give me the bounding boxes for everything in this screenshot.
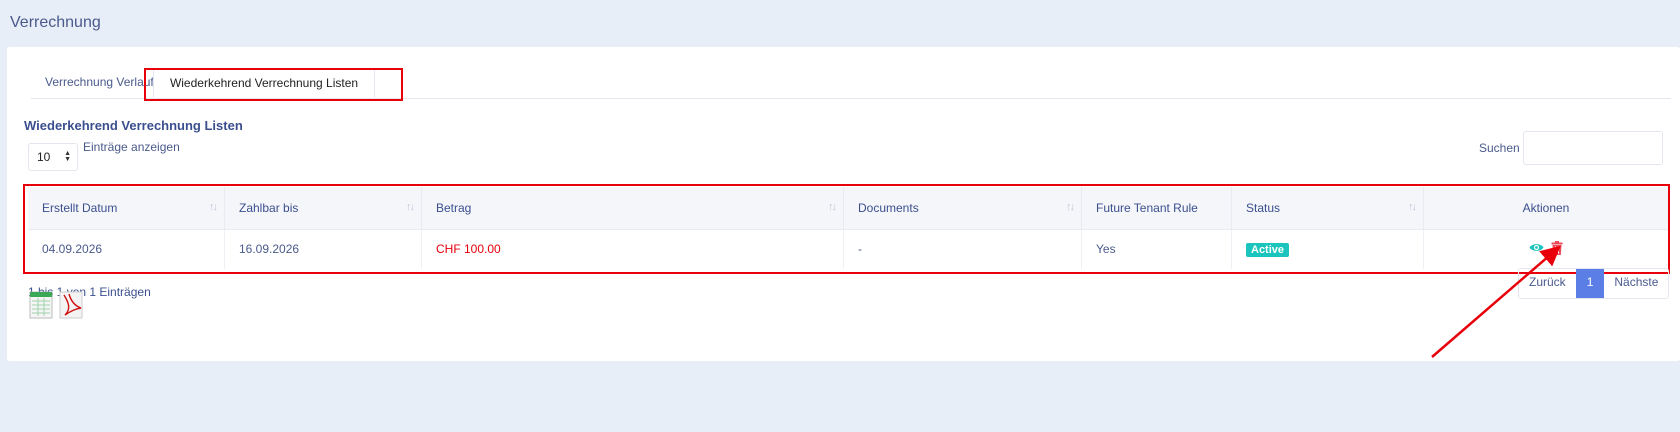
entries-length-label: Einträge anzeigen xyxy=(83,140,180,154)
col-documents[interactable]: Documents ↑↓ xyxy=(843,187,1082,229)
cell-documents: - xyxy=(843,228,1082,269)
col-future-tenant-rule: Future Tenant Rule xyxy=(1081,187,1232,229)
sort-icon: ↑↓ xyxy=(1408,201,1417,213)
select-arrows-icon: ▲ ▼ xyxy=(64,150,71,163)
pagination-next[interactable]: Nächste xyxy=(1604,269,1668,298)
col-label: Betrag xyxy=(436,200,472,215)
pagination-prev[interactable]: Zurück xyxy=(1519,269,1576,298)
tab-bar: Verrechnung Verlauf Wiederkehrend Verrec… xyxy=(31,69,1671,99)
col-zahlbar-bis[interactable]: Zahlbar bis ↑↓ xyxy=(224,187,422,229)
col-erstellt-datum[interactable]: Erstellt Datum ↑↓ xyxy=(28,187,225,229)
search-label: Suchen xyxy=(1479,141,1520,155)
cell-amount: CHF 100.00 xyxy=(421,228,844,269)
search-input[interactable] xyxy=(1523,131,1663,165)
view-eye-icon[interactable] xyxy=(1529,242,1544,256)
recurring-billing-table: Erstellt Datum ↑↓ Zahlbar bis ↑↓ Betrag ↑↓ … xyxy=(28,187,1668,269)
cell-future-rule: Yes xyxy=(1081,228,1232,269)
excel-export-icon[interactable] xyxy=(29,291,55,319)
page-title: Verrechnung xyxy=(10,14,101,31)
col-label: Zahlbar bis xyxy=(239,200,299,215)
table-row: 04.09.2026 16.09.2026 CHF 100.00 - Yes A… xyxy=(28,228,1668,269)
tab-wiederkehrend-listen[interactable]: Wiederkehrend Verrechnung Listen xyxy=(153,69,375,98)
pdf-export-icon[interactable] xyxy=(59,291,85,319)
delete-trash-icon[interactable] xyxy=(1551,240,1563,258)
sort-icon: ↑↓ xyxy=(1066,201,1075,213)
cell-created: 04.09.2026 xyxy=(28,228,225,269)
pagination-page-1[interactable]: 1 xyxy=(1575,269,1605,298)
list-title: Wiederkehrend Verrechnung Listen xyxy=(24,118,243,133)
col-status[interactable]: Status ↑↓ xyxy=(1231,187,1424,229)
sort-icon: ↑↓ xyxy=(828,201,837,213)
sort-icon: ↑↓ xyxy=(406,201,415,213)
col-label: Future Tenant Rule xyxy=(1096,200,1198,215)
col-label: Erstellt Datum xyxy=(42,200,118,215)
col-label: Documents xyxy=(858,200,919,215)
tab-verrechnung-verlauf[interactable]: Verrechnung Verlauf xyxy=(45,69,154,98)
cell-actions xyxy=(1423,228,1668,269)
col-label: Status xyxy=(1246,200,1281,215)
status-badge: Active xyxy=(1246,243,1290,258)
cell-status: Active xyxy=(1231,228,1424,269)
col-betrag[interactable]: Betrag ↑↓ xyxy=(421,187,844,229)
pagination: Zurück 1 Nächste xyxy=(1518,268,1670,299)
entries-length-select[interactable]: 10 ▲ ▼ xyxy=(28,143,78,171)
content-card: Verrechnung Verlauf Wiederkehrend Verrec… xyxy=(7,47,1680,361)
sort-icon: ↑↓ xyxy=(209,201,218,213)
table-header-row: Erstellt Datum ↑↓ Zahlbar bis ↑↓ Betrag ↑↓ … xyxy=(28,187,1668,229)
entries-length-value: 10 xyxy=(37,150,51,164)
col-label: Aktionen xyxy=(1522,200,1570,215)
cell-due: 16.09.2026 xyxy=(224,228,422,269)
col-aktionen: Aktionen xyxy=(1424,187,1669,229)
